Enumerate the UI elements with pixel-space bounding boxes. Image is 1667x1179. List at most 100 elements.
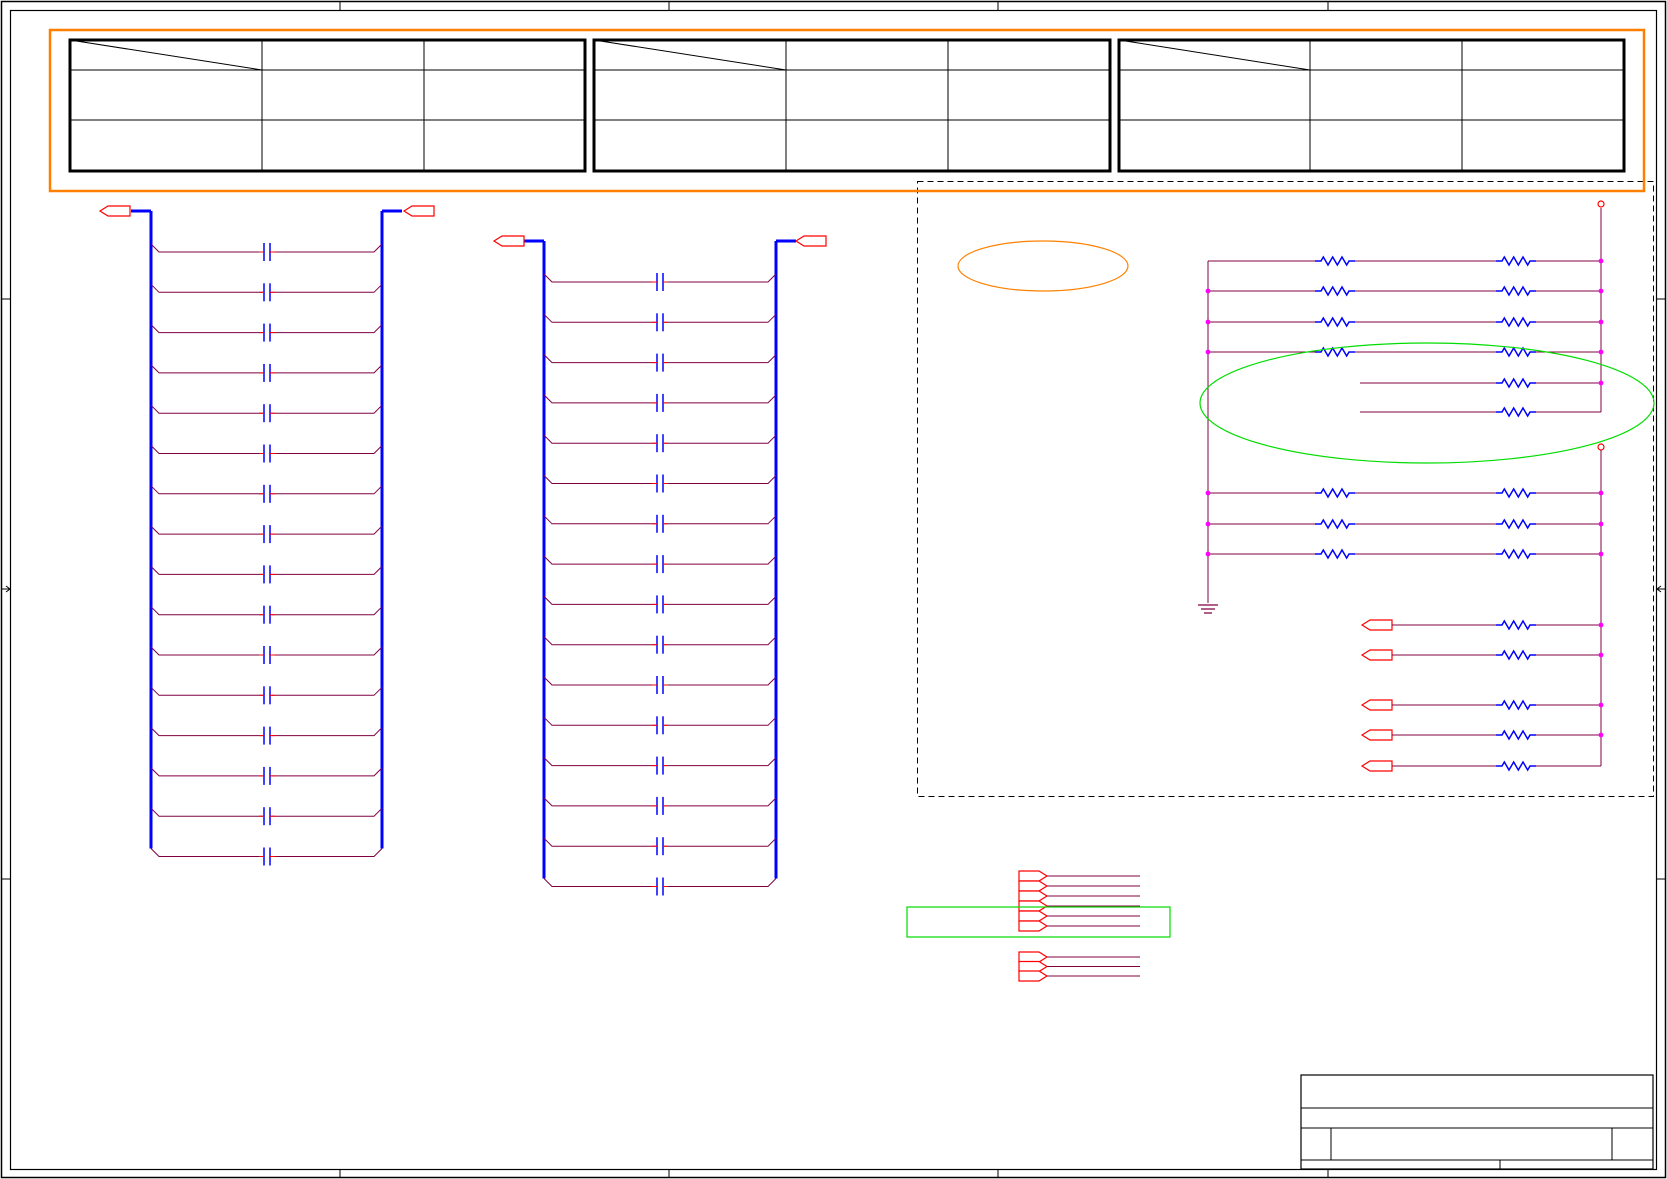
junction-dot-icon <box>1598 349 1604 355</box>
junction-dot-icon <box>1205 349 1211 355</box>
capacitor-bank-middle <box>492 235 827 896</box>
resistor-icon <box>1315 316 1355 328</box>
capacitor-row <box>543 353 777 372</box>
resistor-icon <box>1315 285 1355 297</box>
cap-wire-right <box>664 716 777 726</box>
cap-wire-left <box>150 686 263 696</box>
cap-wire-right <box>664 434 777 444</box>
resistor-network <box>917 181 1654 797</box>
cap-wire-left <box>150 324 263 334</box>
power-terminal-icon <box>1597 200 1605 208</box>
resistor-icon <box>1496 487 1536 499</box>
cap-wire-right <box>271 445 383 454</box>
cap-wire-right <box>271 646 383 656</box>
cap-wire-right <box>271 283 383 293</box>
schematic-canvas <box>0 0 1667 1179</box>
port-flag-icon <box>402 205 435 217</box>
cap-wire-left <box>150 606 263 616</box>
resistor-icon <box>1496 760 1536 772</box>
resistor-icon <box>1315 548 1355 560</box>
capacitor-row <box>543 595 777 614</box>
header-table <box>68 38 587 173</box>
port-flag-icon <box>1018 900 1049 912</box>
capacitor-row <box>150 323 383 342</box>
cap-wire-right <box>271 324 383 334</box>
cap-wire-left <box>543 716 656 726</box>
junction-dot-icon <box>1205 521 1211 527</box>
resistor-icon <box>1496 619 1536 631</box>
power-terminal-icon <box>1597 443 1605 451</box>
cap-wire-left <box>543 676 656 686</box>
capacitor-row <box>150 404 383 423</box>
table-corner-diagonal <box>69 39 263 71</box>
port-flag-icon <box>1360 699 1393 711</box>
junction-dot-icon <box>1598 258 1604 264</box>
port-flag-icon <box>1018 880 1049 892</box>
cap-wire-right <box>664 394 777 404</box>
dashed-group-frame <box>917 181 1654 797</box>
cap-wire-left <box>543 515 656 525</box>
cap-wire-left <box>150 445 263 454</box>
cap-wire-right <box>271 364 383 374</box>
cap-wire-left <box>150 727 263 737</box>
junction-dot-icon <box>1598 732 1604 738</box>
cap-wire-right <box>664 878 777 887</box>
resistor-icon <box>1315 487 1355 499</box>
capacitor-row <box>543 676 777 694</box>
cap-wire-left <box>543 878 656 887</box>
port-flag-icon <box>1360 619 1393 631</box>
cap-wire-right <box>271 767 383 777</box>
cap-wire-right <box>271 686 383 696</box>
port-flag-icon <box>492 235 525 247</box>
title-block-frame <box>1300 1074 1654 1170</box>
cap-wire-left <box>543 273 656 283</box>
cap-wire-left <box>543 434 656 444</box>
cap-wire-right <box>271 485 383 495</box>
cap-wire-right <box>271 566 383 575</box>
cap-wire-right <box>271 727 383 737</box>
cap-wire-left <box>150 807 263 817</box>
cap-wire-right <box>664 676 777 686</box>
junction-dot-icon <box>1598 521 1604 527</box>
junction-dot-icon <box>1598 702 1604 708</box>
highlight-box-orange <box>48 28 1646 193</box>
port-flag-icon <box>1018 960 1049 973</box>
cap-wire-left <box>543 797 656 807</box>
capacitor-row <box>150 646 383 664</box>
capacitor-row <box>150 363 383 382</box>
cap-wire-right <box>271 525 383 535</box>
cap-wire-right <box>664 354 777 364</box>
cap-wire-left <box>543 837 656 847</box>
cap-wire-left <box>543 394 656 404</box>
cap-wire-left <box>543 636 656 646</box>
junction-dot-icon <box>1598 319 1604 325</box>
capacitor-row <box>543 474 777 493</box>
port-flag-icon <box>1360 729 1393 741</box>
junction-dot-icon <box>1598 622 1604 628</box>
cap-wire-right <box>271 848 383 857</box>
cap-wire-left <box>150 485 263 495</box>
title-block <box>1300 1074 1654 1170</box>
cap-wire-left <box>543 555 656 565</box>
center-arrow-left-icon <box>2 585 11 593</box>
capacitor-row <box>150 565 383 584</box>
capacitor-row <box>543 273 777 291</box>
connector-group <box>1018 870 1140 982</box>
cap-wire-left <box>150 404 263 414</box>
cap-wire-left <box>150 283 263 293</box>
capacitor-bank-left <box>98 205 435 866</box>
resistor-icon <box>1496 377 1536 389</box>
capacitor-row <box>543 756 777 775</box>
cap-wire-left <box>150 646 263 656</box>
cap-wire-right <box>271 807 383 817</box>
cap-wire-left <box>150 848 263 857</box>
resistor-icon <box>1496 729 1536 741</box>
highlight-ellipse-green <box>1199 342 1655 464</box>
highlight-ellipse-orange <box>957 240 1129 292</box>
capacitor-row <box>150 525 383 544</box>
table-corner-diagonal <box>1118 39 1311 71</box>
cap-wire-left <box>543 596 656 605</box>
capacitor-row <box>150 484 383 503</box>
resistor-icon <box>1496 699 1536 711</box>
cap-wire-right <box>271 243 383 253</box>
